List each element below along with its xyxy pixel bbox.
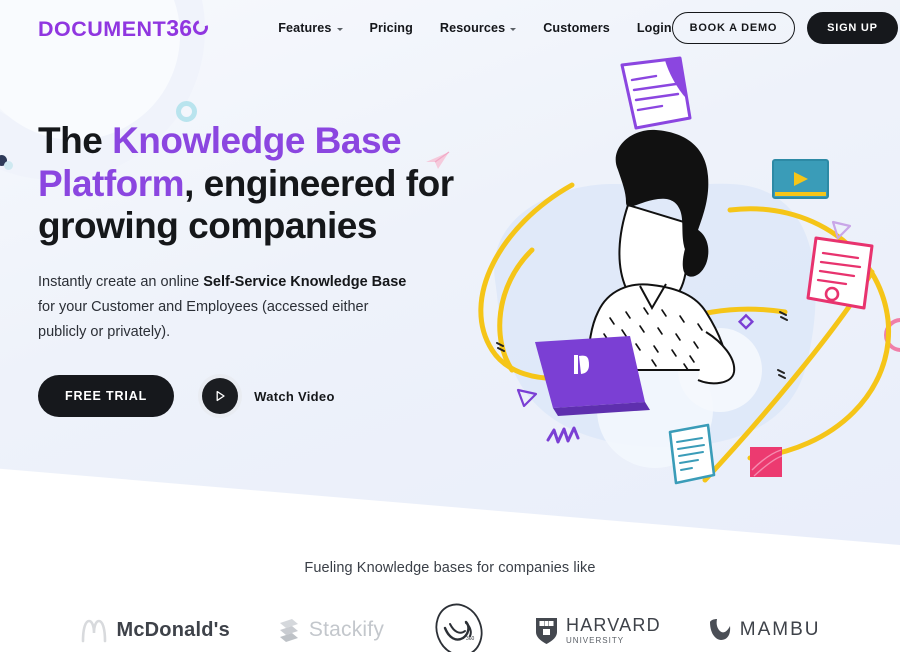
- brand-harvard: HARVARD UNIVERSITY: [534, 615, 661, 645]
- headline-line1-plain: The: [38, 120, 113, 161]
- nav-item-features-label: Features: [278, 21, 332, 35]
- nav-item-customers-label: Customers: [543, 21, 610, 35]
- brand-harvard-label: HARVARD: [566, 615, 661, 635]
- landing-page: DOCUMENT 36 Features Pricing Resources C…: [0, 0, 900, 652]
- brands-title: Fueling Knowledge bases for companies li…: [304, 560, 596, 576]
- brands-section: Fueling Knowledge bases for companies li…: [0, 560, 900, 652]
- decor-ring-icon: [176, 101, 197, 122]
- hero-cta-row: FREE TRIAL Watch Video: [38, 374, 468, 419]
- brand-mambu: MAMBU: [707, 616, 821, 644]
- brand-mcdonalds-label: McDonald's: [116, 618, 230, 641]
- book-a-demo-button[interactable]: BOOK A DEMO: [671, 12, 796, 44]
- nav-item-features[interactable]: Features: [278, 21, 343, 35]
- nav-item-pricing[interactable]: Pricing: [370, 21, 413, 35]
- harvard-shield-icon: [536, 618, 558, 644]
- logo-wordmark: DOCUMENT: [38, 16, 167, 41]
- play-icon: [216, 391, 225, 402]
- video-card-icon: [772, 159, 829, 199]
- site-logo[interactable]: DOCUMENT 36: [38, 14, 211, 42]
- nav-item-resources-label: Resources: [439, 21, 506, 35]
- mambu-logo-icon: [709, 619, 730, 640]
- brand-mcdonalds: McDonald's: [79, 615, 230, 645]
- brand-logo-row: McDonald's Stackify 360 Virgin: [0, 602, 900, 652]
- stackify-logo-icon: [279, 619, 298, 642]
- watch-video-button[interactable]: Watch Video: [198, 374, 335, 419]
- hero-description: Instantly create an online Self-Service …: [38, 270, 410, 345]
- decor-triangle-purple: [516, 388, 538, 408]
- svg-text:360: 360: [466, 636, 475, 642]
- headline-line3: growing companies: [38, 205, 377, 247]
- nav-item-login[interactable]: Login: [637, 21, 672, 35]
- virgin-logo-icon: 360: [435, 603, 483, 652]
- brand-virgin: 360 Virgin: [430, 602, 488, 652]
- brand-mambu-label: MAMBU: [739, 619, 821, 640]
- hero-copy: The Knowledge Base Platform, engineered …: [38, 120, 468, 419]
- hero-description-part2: for your Customer and Employees (accesse…: [38, 298, 369, 340]
- headline-line1-accent: Knowledge Base: [112, 120, 402, 161]
- chevron-down-icon: [510, 27, 517, 31]
- brand-stackify: Stackify: [276, 615, 384, 645]
- sign-up-button[interactable]: SIGN UP: [807, 12, 898, 44]
- headline-line2-plain: , engineered for: [184, 162, 454, 204]
- logo-circle-icon: [190, 16, 211, 38]
- hero-illustration: [478, 56, 892, 485]
- nav-item-resources[interactable]: Resources: [439, 21, 517, 35]
- decor-dot-teal: [4, 161, 13, 170]
- hero-description-bold: Self-Service Knowledge Base: [203, 273, 407, 290]
- headline-line2-accent: Platform: [38, 162, 185, 204]
- nav-item-login-label: Login: [636, 21, 672, 35]
- brand-stackify-label: Stackify: [308, 618, 385, 641]
- document-pink-icon: [806, 236, 874, 310]
- nav-item-pricing-label: Pricing: [369, 21, 413, 35]
- decor-squiggle: [546, 426, 580, 444]
- document-purple-icon: [620, 56, 692, 130]
- document-teal-icon: [668, 423, 716, 485]
- logo-number: 36: [166, 14, 193, 41]
- navbar: DOCUMENT 36 Features Pricing Resources C…: [0, 0, 900, 56]
- nav-links: Features Pricing Resources Customers Log…: [278, 21, 671, 35]
- play-button-circle: [202, 378, 239, 415]
- mcdonalds-arches-icon: [82, 619, 107, 643]
- watch-video-label: Watch Video: [254, 388, 335, 404]
- hero-description-part1: Instantly create an online: [38, 273, 204, 290]
- nav-item-customers[interactable]: Customers: [543, 21, 610, 35]
- decor-square-pink: [750, 447, 783, 477]
- nav-actions: BOOK A DEMO SIGN UP: [671, 12, 898, 44]
- chevron-down-icon: [336, 27, 343, 31]
- page-title: The Knowledge Base Platform, engineered …: [38, 120, 468, 248]
- play-button-ring: [198, 374, 243, 419]
- free-trial-button[interactable]: FREE TRIAL: [38, 375, 175, 418]
- brand-harvard-sublabel: UNIVERSITY: [566, 636, 625, 645]
